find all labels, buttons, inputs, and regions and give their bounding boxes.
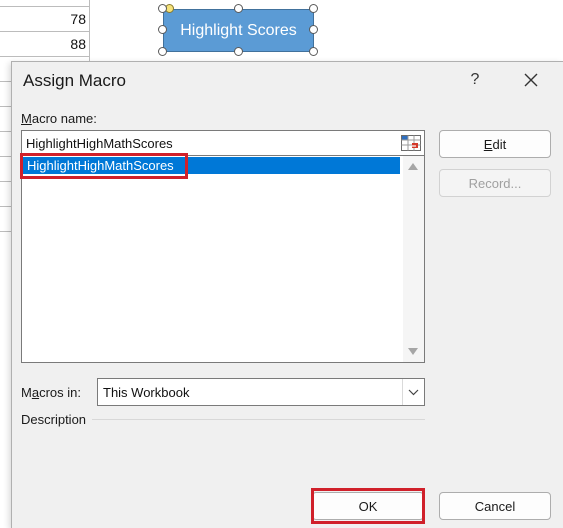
shape-label: Highlight Scores <box>180 21 297 39</box>
resize-handle-top[interactable] <box>234 4 243 13</box>
macro-name-input[interactable] <box>21 130 425 156</box>
macros-in-dropdown[interactable]: This Workbook <box>97 378 425 406</box>
close-button[interactable] <box>517 68 545 92</box>
record-label: Record... <box>468 175 522 191</box>
edit-label: Edit <box>483 136 507 152</box>
cancel-button[interactable]: Cancel <box>439 492 551 520</box>
sheet-row[interactable]: 78 <box>0 7 90 32</box>
dialog-title: Assign Macro <box>23 71 126 90</box>
record-button[interactable]: Record... <box>439 169 551 197</box>
assign-macro-dialog: Assign Macro ? Macro name: HighlightHigh… <box>11 61 563 528</box>
help-label: ? <box>470 71 480 88</box>
sheet-row <box>0 0 90 7</box>
range-select-icon <box>401 135 421 151</box>
close-icon <box>524 73 538 87</box>
ok-label: OK <box>358 498 378 514</box>
cancel-label: Cancel <box>474 498 516 514</box>
resize-handle-top-right[interactable] <box>309 4 318 13</box>
resize-handle-top-left[interactable] <box>158 4 167 13</box>
resize-handle-right[interactable] <box>309 25 318 34</box>
resize-handle-bottom[interactable] <box>234 47 243 56</box>
scroll-down-icon[interactable] <box>408 348 418 355</box>
macros-in-value: This Workbook <box>103 385 190 400</box>
resize-handle-left[interactable] <box>158 25 167 34</box>
cell-value: 78 <box>70 11 86 27</box>
macros-in-label: Macros in: <box>21 385 81 400</box>
resize-handle-bottom-left[interactable] <box>158 47 167 56</box>
chevron-down-icon <box>408 389 419 395</box>
range-select-button[interactable] <box>400 133 422 153</box>
resize-handle-bottom-right[interactable] <box>309 47 318 56</box>
scroll-up-icon[interactable] <box>408 163 418 170</box>
macro-name-label: Macro name: <box>21 111 97 126</box>
highlight-scores-shape[interactable]: Highlight Scores <box>163 9 314 52</box>
sheet-row[interactable]: 88 <box>0 32 90 57</box>
dropdown-toggle[interactable] <box>402 379 424 405</box>
macro-list-scrollbar[interactable] <box>403 156 424 362</box>
description-label: Description <box>21 412 87 427</box>
cell-value: 88 <box>70 36 86 52</box>
edit-button[interactable]: Edit <box>439 130 551 158</box>
macro-list-item-selected[interactable]: HighlightHighMathScores <box>23 157 400 174</box>
description-divider <box>92 419 425 420</box>
help-button[interactable]: ? <box>464 68 486 92</box>
macro-list[interactable]: HighlightHighMathScores <box>21 156 425 363</box>
ok-button[interactable]: OK <box>312 492 424 520</box>
